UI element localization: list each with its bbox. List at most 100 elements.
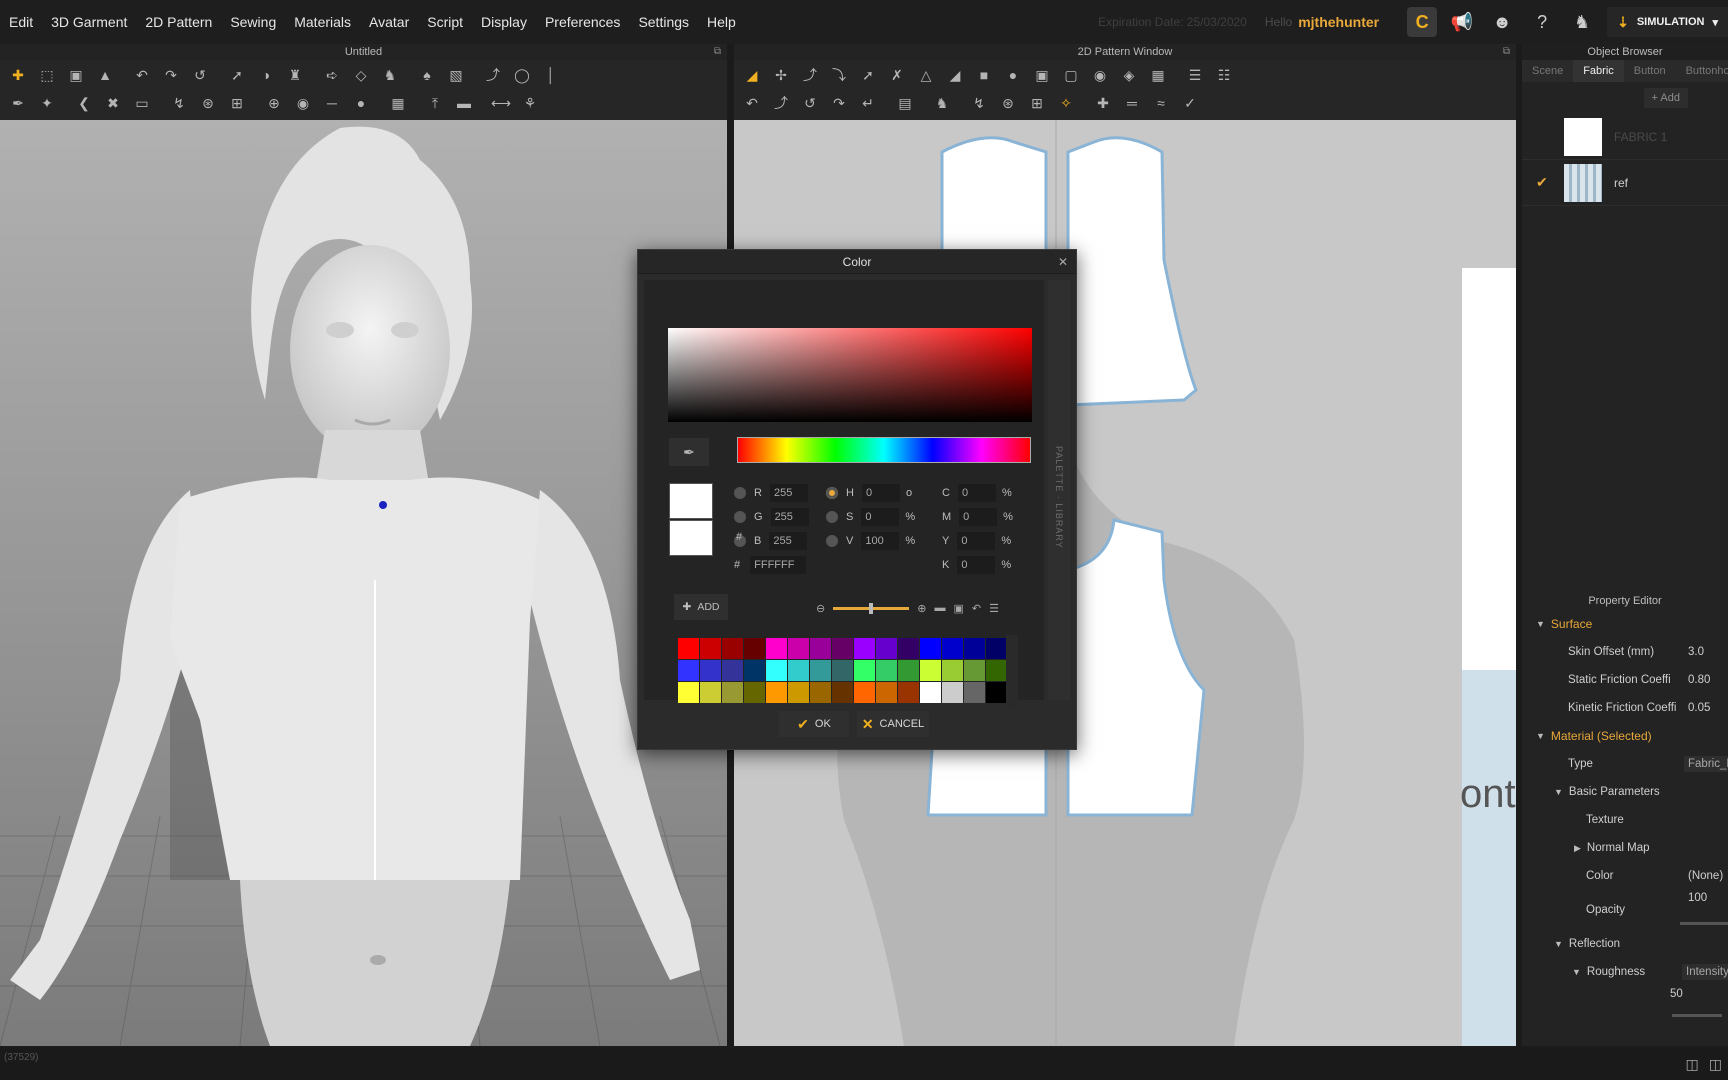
palette-swatch[interactable]	[722, 660, 743, 681]
palette-swatch[interactable]	[986, 638, 1007, 659]
roughness-row[interactable]: ▼ Roughness Intensity	[1522, 958, 1728, 986]
palette-library-sidebar[interactable]: PALETTE · LIBRARY	[1048, 280, 1070, 700]
palette-swatch[interactable]	[700, 638, 721, 659]
button-icon[interactable]: ⊛	[196, 92, 220, 114]
internal-square-icon[interactable]: ▢	[1059, 64, 1083, 86]
list-icon[interactable]: ☰	[989, 602, 999, 615]
palette-swatch[interactable]	[854, 638, 875, 659]
popout-icon[interactable]: ⧉	[1503, 44, 1510, 60]
color-dialog-titlebar[interactable]: Color ✕	[638, 250, 1076, 274]
palette-swatch[interactable]	[942, 638, 963, 659]
reflection-section[interactable]: ▼ Reflection	[1522, 930, 1728, 958]
menu-settings[interactable]: Settings	[629, 0, 698, 44]
red-radio[interactable]	[734, 487, 746, 499]
texture-icon[interactable]: ♞	[930, 92, 954, 114]
check-sew-icon[interactable]: ↷	[827, 92, 851, 114]
user-icon[interactable]: ☻	[1487, 7, 1517, 37]
palette-swatch[interactable]	[898, 682, 919, 703]
grain-icon[interactable]: ↯	[967, 92, 991, 114]
edit-point-icon[interactable]: ✦	[35, 92, 59, 114]
close-icon[interactable]: ✕	[1058, 250, 1068, 274]
save-palette-icon[interactable]: ▣	[953, 602, 963, 615]
palette-swatch[interactable]	[722, 682, 743, 703]
edit-curve-icon[interactable]: ⤴	[798, 64, 822, 86]
transform-icon[interactable]: ▣	[64, 64, 88, 86]
pin-icon[interactable]: ➚	[225, 64, 249, 86]
green-input[interactable]: 255	[770, 508, 809, 526]
lock-icon[interactable]: ●	[349, 92, 373, 114]
internal-rect-icon[interactable]: ▣	[1030, 64, 1054, 86]
palette-swatch[interactable]	[854, 682, 875, 703]
menu-materials[interactable]: Materials	[285, 0, 360, 44]
iron-icon[interactable]: ◑	[254, 64, 278, 86]
fold-icon[interactable]: ↶	[130, 64, 154, 86]
cyan-input[interactable]: 0	[957, 484, 996, 502]
color-value[interactable]: (None)	[1688, 870, 1723, 882]
unfold-icon[interactable]: ↺	[188, 64, 212, 86]
flatten-icon[interactable]: ▬	[452, 92, 476, 114]
texture-row[interactable]: Texture	[1522, 806, 1728, 834]
palette-swatch[interactable]	[810, 638, 831, 659]
skin-offset-value[interactable]: 3.0	[1688, 646, 1704, 658]
palette-swatch[interactable]	[854, 660, 875, 681]
material-section[interactable]: ▼ Material (Selected)	[1522, 722, 1728, 750]
palette-swatch[interactable]	[810, 682, 831, 703]
palette-swatch[interactable]	[788, 660, 809, 681]
multi-sew-icon[interactable]: ↺	[798, 92, 822, 114]
lasso-icon[interactable]: ◯	[510, 64, 534, 86]
green-radio[interactable]	[734, 511, 746, 523]
cancel-button[interactable]: ✕ CANCEL	[857, 711, 929, 737]
topstitch-icon[interactable]: ↯	[167, 92, 191, 114]
garment-icon[interactable]: ♞	[1567, 7, 1597, 37]
clo-logo-icon[interactable]: C	[1407, 7, 1438, 37]
fold-pattern-icon[interactable]: ☰	[1183, 64, 1207, 86]
menu-preferences[interactable]: Preferences	[536, 0, 629, 44]
palette-swatch[interactable]	[744, 660, 765, 681]
tape-icon[interactable]: ▦	[386, 92, 410, 114]
line-2d-icon[interactable]: ✚	[1091, 92, 1115, 114]
normal-map-row[interactable]: ▶ Normal Map	[1522, 834, 1728, 862]
transform-pattern-icon[interactable]: ◢	[740, 64, 764, 86]
avatar-model[interactable]	[0, 120, 727, 1046]
menu-display[interactable]: Display	[472, 0, 536, 44]
measure-2d-icon[interactable]: ✓	[1178, 92, 1202, 114]
type-dropdown[interactable]: Fabric_M	[1684, 756, 1728, 772]
avatar-tool-icon[interactable]: ♠	[415, 64, 439, 86]
menu-help[interactable]: Help	[698, 0, 745, 44]
align-icon[interactable]: ⤒	[423, 92, 447, 114]
yellow-input[interactable]: 0	[957, 532, 996, 550]
palette-swatch[interactable]	[744, 682, 765, 703]
palette-swatch[interactable]	[964, 660, 985, 681]
sew-segment-icon[interactable]: ✖	[101, 92, 125, 114]
hex-input[interactable]: FFFFFF	[750, 556, 807, 574]
saturation-value-picker[interactable]	[668, 328, 1032, 422]
palette-swatch[interactable]	[832, 660, 853, 681]
free-sew-icon[interactable]: ⤴	[769, 92, 793, 114]
add-point-icon[interactable]: ➚	[856, 64, 880, 86]
palette-swatch[interactable]	[788, 638, 809, 659]
palette-swatch[interactable]	[788, 682, 809, 703]
opacity-value[interactable]: 100	[1688, 892, 1707, 904]
tab-scene[interactable]: Scene	[1522, 60, 1573, 82]
buttonhole-icon[interactable]: ⊞	[225, 92, 249, 114]
sew-icon[interactable]: ❮	[72, 92, 96, 114]
edit-sew-icon[interactable]: ↵	[856, 92, 880, 114]
select-move-icon[interactable]: ✚	[6, 64, 30, 86]
palette-swatch[interactable]	[942, 682, 963, 703]
zoom-out-icon[interactable]: ⊖	[816, 602, 825, 615]
split-view-icon[interactable]: ◫	[1709, 1056, 1722, 1073]
value-radio[interactable]	[826, 535, 838, 547]
palette-swatch[interactable]	[832, 682, 853, 703]
roughness-slider[interactable]	[1672, 1014, 1722, 1017]
opacity-slider[interactable]	[1680, 922, 1728, 925]
wave-icon[interactable]: ≈	[1149, 92, 1173, 114]
palette-swatch[interactable]	[898, 660, 919, 681]
garment-tool-icon[interactable]: ♞	[378, 64, 402, 86]
palette-swatch[interactable]	[678, 682, 699, 703]
palette-swatch[interactable]	[876, 660, 897, 681]
fabric-item[interactable]: FABRIC 1	[1522, 114, 1728, 160]
rectangle-icon[interactable]: ■	[972, 64, 996, 86]
tab-button[interactable]: Button	[1624, 60, 1676, 82]
split-icon[interactable]: ⟷	[489, 92, 513, 114]
zoom-in-icon[interactable]: ⊕	[917, 602, 926, 615]
